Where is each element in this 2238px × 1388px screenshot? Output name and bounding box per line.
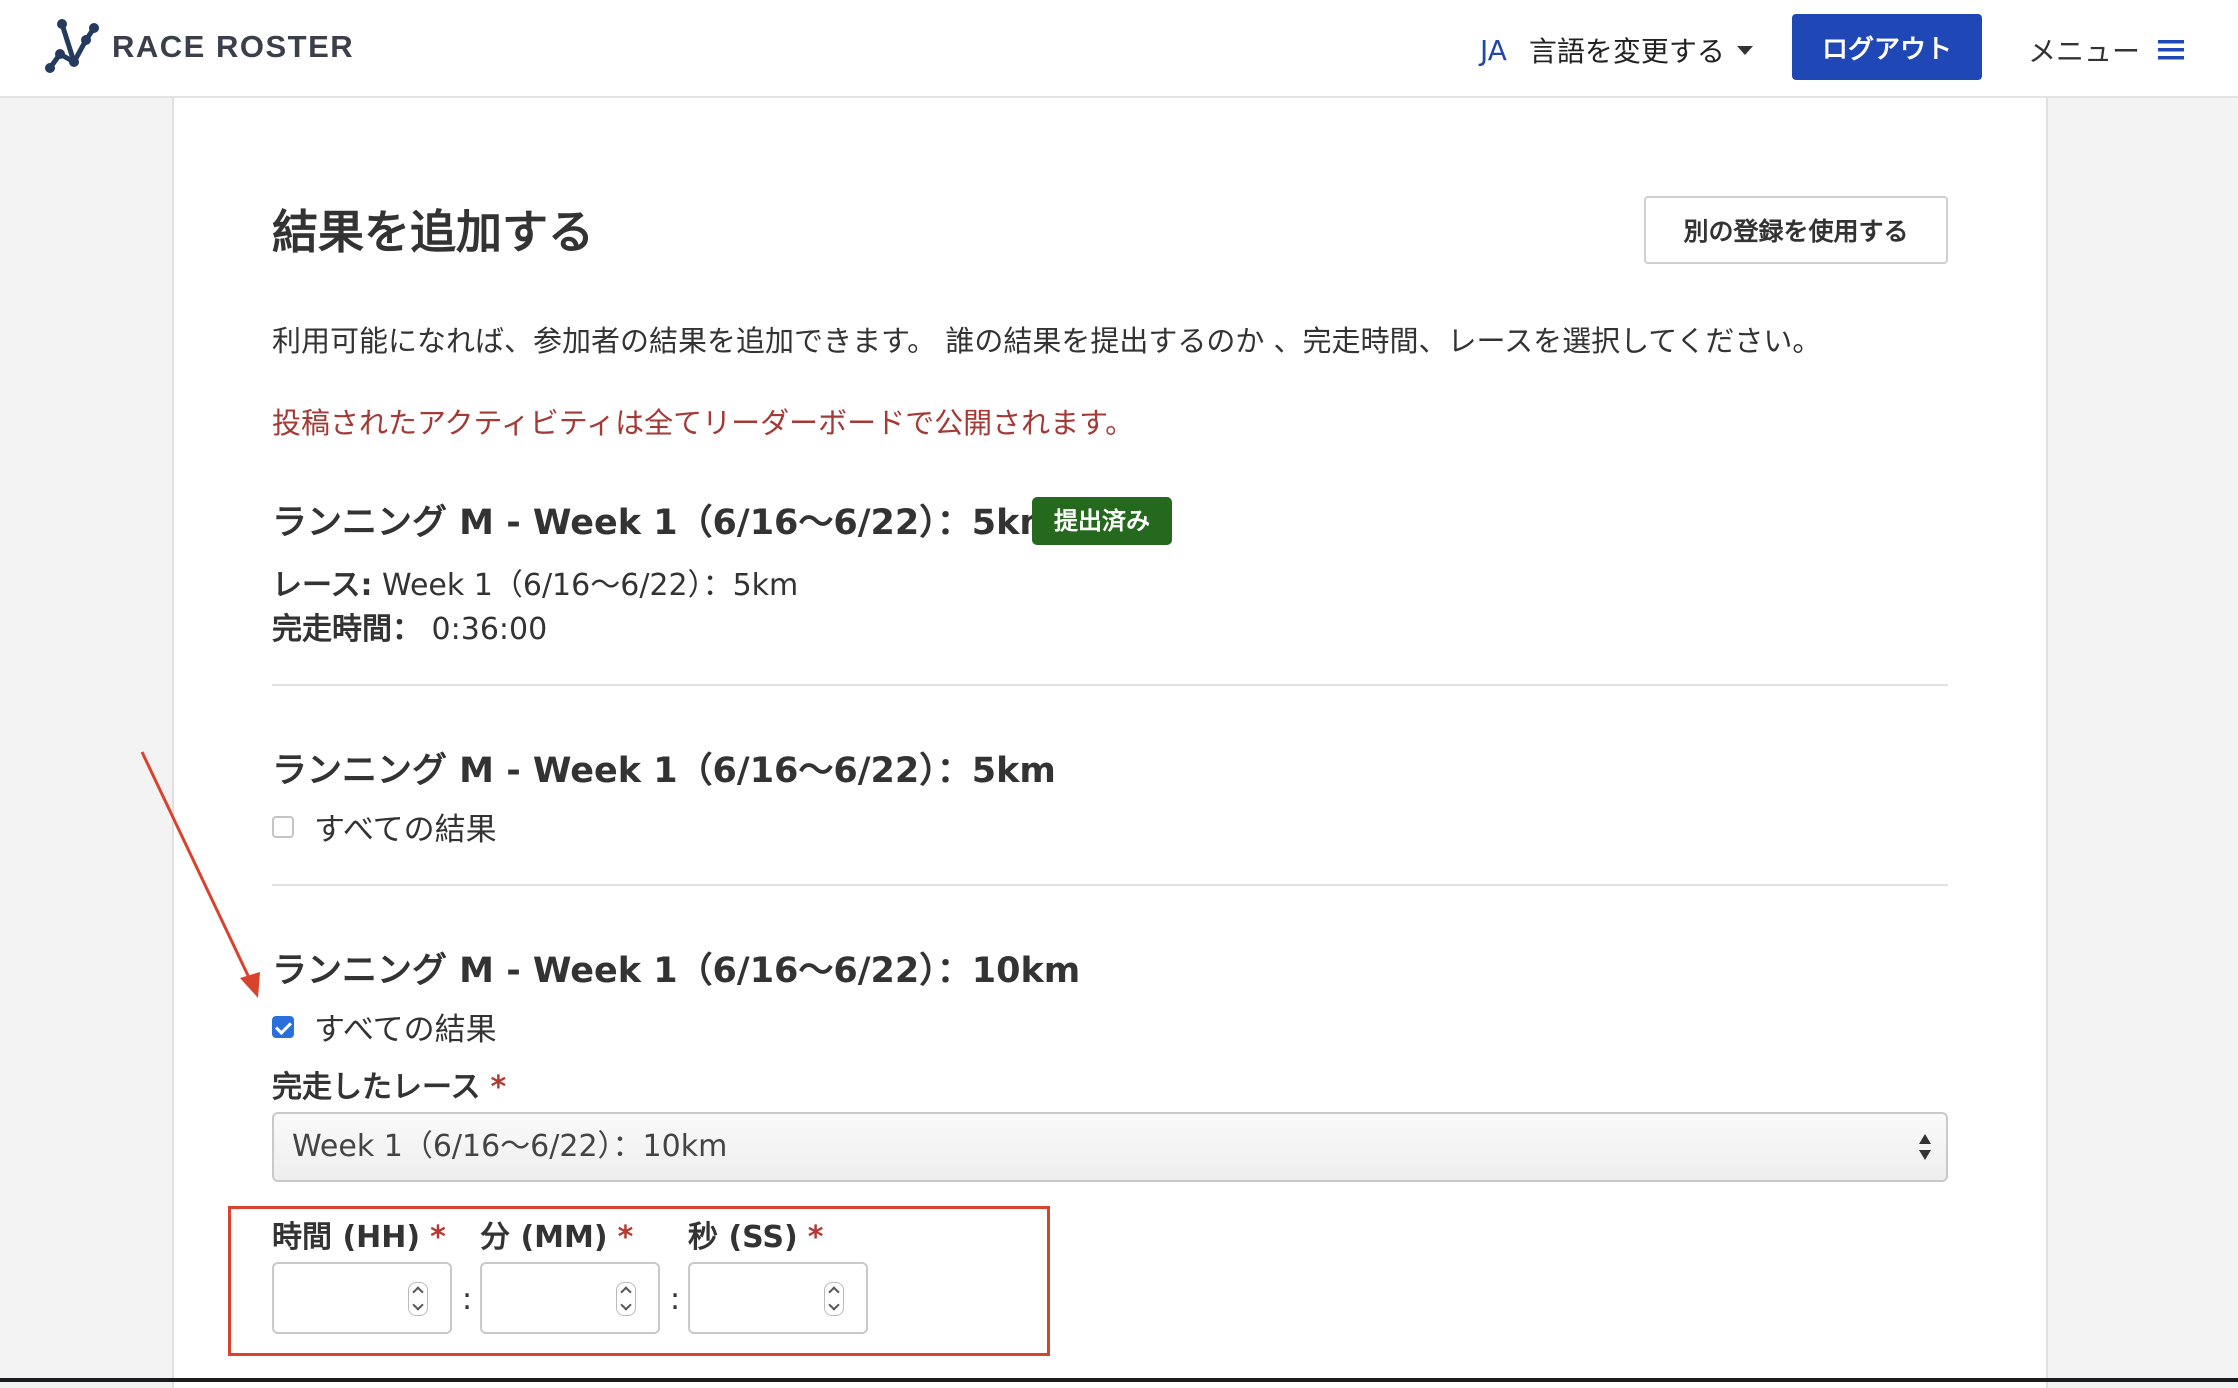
all-results-checkbox[interactable] [272, 1015, 294, 1038]
logout-button[interactable]: ログアウト [1792, 14, 1982, 80]
submitted-badge: 提出済み [1032, 497, 1172, 545]
required-mark: * [490, 1070, 507, 1105]
section-title: ランニング M - Week 1（6/16〜6/22）：5km [272, 751, 1056, 791]
finish-time-value: 0:36:00 [431, 612, 548, 647]
race-roster-logo-icon [45, 19, 99, 73]
annotation-highlight-box [228, 1206, 1050, 1356]
language-code: JA [1480, 33, 1507, 67]
use-another-registration-button[interactable]: 別の登録を使用する [1644, 196, 1948, 264]
hamburger-icon [2158, 40, 2185, 60]
top-navigation-bar: RACE ROSTER JA 言語を変更する ログアウト メニュー [0, 0, 2238, 98]
all-results-label: すべての結果 [314, 1012, 497, 1048]
caret-down-icon [1736, 45, 1753, 55]
race-info: レース: Week 1（6/16〜6/22）：5km [272, 560, 798, 604]
finish-time-info: 完走時間： 0:36:00 [272, 604, 547, 648]
section-title: ランニング M - Week 1（6/16〜6/22）：5km [272, 503, 1056, 543]
all-results-checkbox-row[interactable]: すべての結果 [272, 804, 497, 849]
bottom-edge [0, 1378, 2238, 1382]
finish-time-label: 完走時間： [272, 612, 422, 647]
race-roster-logo[interactable]: RACE ROSTER [44, 18, 354, 76]
all-results-checkbox[interactable] [272, 815, 294, 838]
section-divider [272, 684, 1948, 686]
select-arrows-icon [1919, 1134, 1931, 1160]
race-field-label-text: 完走したレース [272, 1070, 481, 1105]
all-results-label: すべての結果 [314, 812, 497, 848]
menu-toggle[interactable]: メニュー [2028, 30, 2185, 70]
section-divider [272, 884, 1948, 886]
all-results-checkbox-row[interactable]: すべての結果 [272, 1004, 497, 1049]
section-title: ランニング M - Week 1（6/16〜6/22）：10km [272, 951, 1081, 991]
race-field-label: 完走したレース * [272, 1062, 506, 1106]
page-title: 結果を追加する [272, 205, 594, 259]
race-select[interactable]: Week 1（6/16〜6/22）：10km [272, 1112, 1948, 1182]
language-selector-label: 言語を変更する [1528, 35, 1725, 68]
logo-text: RACE ROSTER [112, 29, 355, 64]
race-info-value: Week 1（6/16〜6/22）：5km [382, 568, 799, 603]
intro-text: 利用可能になれば、参加者の結果を追加できます。 誰の結果を提出するのか 、完走時… [272, 324, 1822, 358]
race-info-label: レース: [272, 568, 373, 603]
race-select-value: Week 1（6/16〜6/22）：10km [292, 1129, 728, 1164]
language-selector[interactable]: JA 言語を変更する [1480, 30, 1753, 70]
public-leaderboard-notice: 投稿されたアクティビティは全てリーダーボードで公開されます。 [272, 406, 1135, 440]
menu-label: メニュー [2028, 35, 2141, 68]
